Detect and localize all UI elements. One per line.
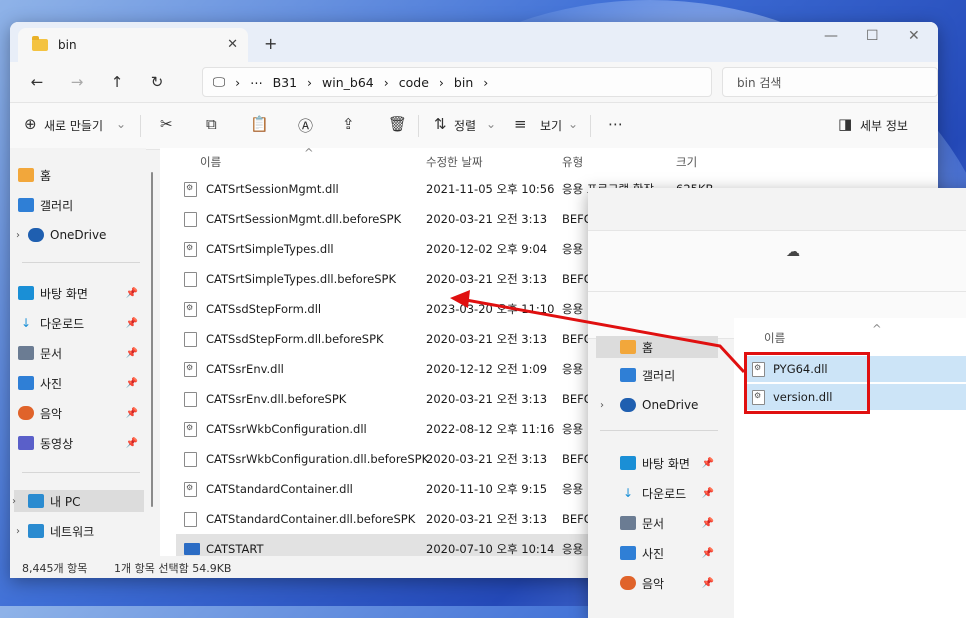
annotation-arrow xyxy=(450,290,746,374)
